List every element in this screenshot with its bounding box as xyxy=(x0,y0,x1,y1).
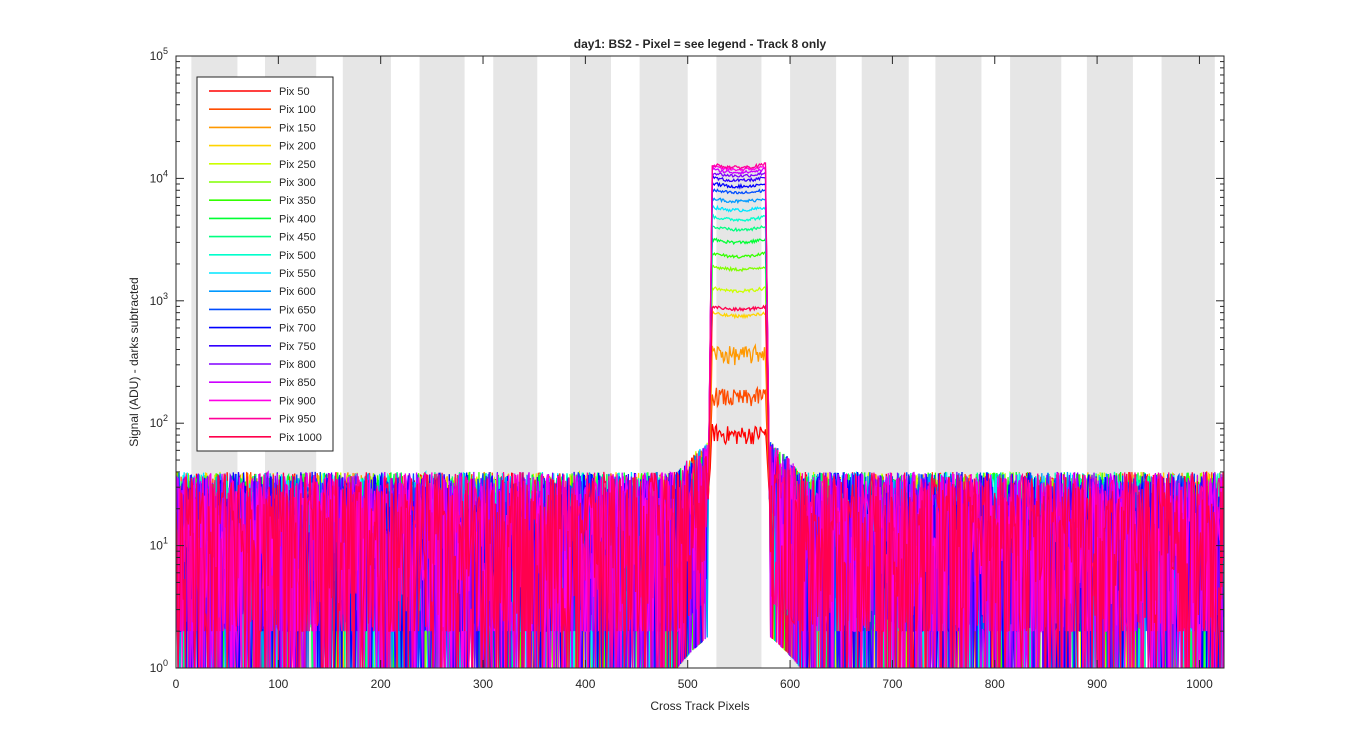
legend-label: Pix 550 xyxy=(279,268,316,280)
legend-label: Pix 150 xyxy=(279,122,316,134)
legend-label: Pix 600 xyxy=(279,286,316,298)
legend: Pix 50 Pix 100 Pix 150 Pix 200 Pix 250 Pix 30… xyxy=(196,76,334,452)
legend-label: Pix 400 xyxy=(279,213,316,225)
y-axis-label: Signal (ADU) - darks subtracted xyxy=(127,277,141,446)
x-tick-label: 200 xyxy=(371,677,391,691)
x-tick-label: 600 xyxy=(780,677,800,691)
legend-label: Pix 50 xyxy=(279,86,310,98)
legend-label: Pix 900 xyxy=(279,395,316,407)
x-tick-label: 900 xyxy=(1087,677,1107,691)
legend-label: Pix 350 xyxy=(279,195,316,207)
legend-label: Pix 200 xyxy=(279,141,316,153)
x-tick-label: 500 xyxy=(678,677,698,691)
legend-label: Pix 100 xyxy=(279,104,316,116)
x-tick-label: 700 xyxy=(882,677,902,691)
legend-label: Pix 250 xyxy=(279,159,316,171)
legend-label: Pix 950 xyxy=(279,414,316,426)
legend-label: Pix 300 xyxy=(279,177,316,189)
legend-label: Pix 1000 xyxy=(279,432,322,444)
signal-line-chart: 0 100 200 300 400 500 600 700 800 900 1000 1001011… xyxy=(0,0,1350,750)
legend-label: Pix 650 xyxy=(279,304,316,316)
legend-label: Pix 850 xyxy=(279,377,316,389)
x-tick-label: 800 xyxy=(985,677,1005,691)
x-tick-label: 0 xyxy=(173,677,180,691)
legend-label: Pix 700 xyxy=(279,323,316,335)
x-axis-label: Cross Track Pixels xyxy=(650,699,749,713)
x-tick-label: 300 xyxy=(473,677,493,691)
x-tick-label: 100 xyxy=(268,677,288,691)
x-tick-label: 400 xyxy=(575,677,595,691)
legend-label: Pix 500 xyxy=(279,250,316,262)
legend-label: Pix 450 xyxy=(279,232,316,244)
x-tick-label: 1000 xyxy=(1186,677,1213,691)
legend-label: Pix 800 xyxy=(279,359,316,371)
chart-title: day1: BS2 - Pixel = see legend - Track 8… xyxy=(574,37,827,51)
legend-label: Pix 750 xyxy=(279,341,316,353)
